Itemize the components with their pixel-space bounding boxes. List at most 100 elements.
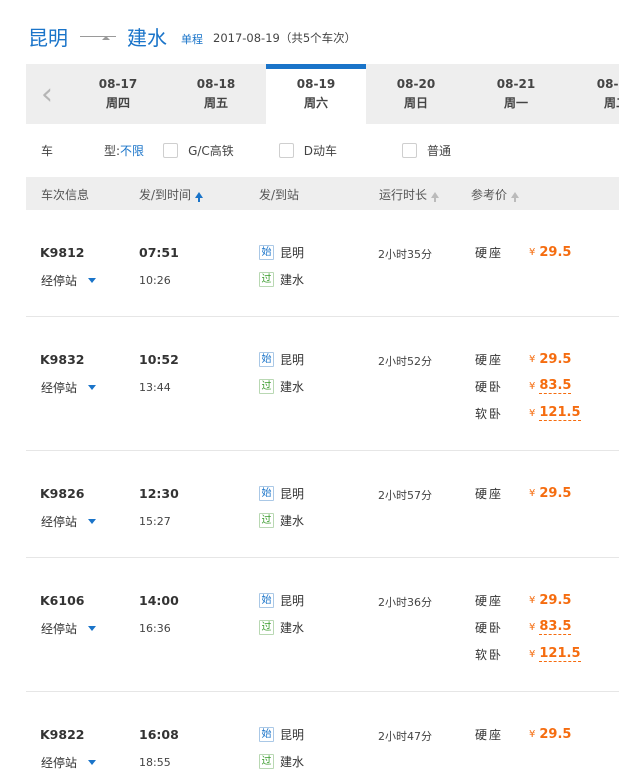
- trip-type-link[interactable]: 单程: [181, 31, 203, 47]
- filter-option-d[interactable]: D动车: [278, 142, 338, 159]
- price-value[interactable]: 83.5: [539, 379, 572, 394]
- price-value[interactable]: 121.5: [539, 406, 581, 421]
- table-row: K9826 经停站 12:30 15:27 始昆明过建水 2小时57分 硬座 ¥29.5: [26, 451, 619, 558]
- station-name: 昆明: [280, 487, 305, 501]
- seat-price: 硬座 ¥29.5: [475, 592, 571, 609]
- currency-symbol: ¥: [529, 488, 536, 499]
- departure-time: 07:51: [139, 245, 179, 260]
- date-tab[interactable]: 08-17 周四: [68, 64, 168, 124]
- d-label: D动车: [303, 143, 338, 158]
- currency-symbol: ¥: [529, 408, 536, 419]
- from-city: 昆明: [28, 25, 68, 50]
- station-name: 建水: [280, 514, 305, 528]
- pass-station-badge: 过: [259, 513, 274, 528]
- train-number-link[interactable]: K9812: [40, 245, 84, 260]
- departure-time: 12:30: [139, 486, 179, 501]
- start-station-badge: 始: [259, 486, 274, 501]
- arrival-station: 过建水: [259, 619, 304, 636]
- station-name: 建水: [280, 755, 305, 769]
- date-selector: ‹ 08-17 周四 08-18 周五 08-19 周六 08-20 周日 08…: [26, 64, 619, 124]
- stops-toggle[interactable]: 经停站: [41, 272, 97, 289]
- departure-time: 14:00: [139, 593, 179, 608]
- price-value[interactable]: 83.5: [539, 620, 572, 635]
- stops-label: 经停站: [41, 274, 78, 288]
- col-station: 发/到站: [259, 188, 300, 202]
- departure-time: 16:08: [139, 727, 179, 742]
- seat-price: 硬座 ¥29.5: [475, 351, 571, 368]
- price-value: 29.5: [539, 352, 572, 367]
- travel-duration: 2小时52分: [378, 355, 432, 368]
- normal-checkbox[interactable]: [402, 142, 418, 158]
- stops-toggle[interactable]: 经停站: [41, 379, 97, 396]
- date-tab[interactable]: 08-20 周日: [366, 64, 466, 124]
- arrival-station: 过建水: [259, 271, 304, 288]
- stops-label: 经停站: [41, 515, 78, 529]
- seat-class: 硬座: [475, 487, 504, 501]
- weekday-label: 周二: [603, 96, 619, 110]
- pass-station-badge: 过: [259, 379, 274, 394]
- gc-checkbox[interactable]: [163, 142, 179, 158]
- weekday-label: 周六: [303, 96, 328, 110]
- arrival-time: 18:55: [139, 756, 171, 769]
- sort-icon: [511, 192, 520, 202]
- sort-icon: [431, 192, 440, 202]
- seat-class: 硬座: [475, 728, 504, 742]
- train-number-link[interactable]: K9826: [40, 486, 84, 501]
- col-time-sort[interactable]: 发/到时间: [139, 186, 204, 203]
- route-header: 昆明 建水 单程 2017-08-19（共5个车次）: [28, 22, 356, 50]
- caret-down-icon: [88, 626, 97, 631]
- col-duration-sort[interactable]: 运行时长: [379, 186, 440, 203]
- train-number-link[interactable]: K6106: [40, 593, 84, 608]
- stops-toggle[interactable]: 经停站: [41, 754, 97, 771]
- seat-class: 硬座: [475, 353, 504, 367]
- table-row: K6106 经停站 14:00 16:36 始昆明过建水 2小时36分 硬座 ¥29.5 硬卧 ¥…: [26, 558, 619, 692]
- prev-dates-chevron-icon[interactable]: ‹: [26, 64, 68, 124]
- currency-symbol: ¥: [529, 622, 536, 633]
- seat-class: 硬卧: [475, 380, 504, 394]
- d-checkbox[interactable]: [278, 142, 294, 158]
- seat-class: 软卧: [475, 407, 504, 421]
- pass-station-badge: 过: [259, 754, 274, 769]
- col-price-label: 参考价: [471, 188, 508, 202]
- seat-class: 软卧: [475, 648, 504, 662]
- price-value[interactable]: 121.5: [539, 647, 581, 662]
- filter-option-normal[interactable]: 普通: [402, 142, 451, 159]
- filter-any-option[interactable]: 不限: [120, 142, 144, 159]
- sort-asc-icon: [195, 192, 204, 202]
- date-label: 08-22: [596, 77, 619, 91]
- date-label: 08-18: [196, 77, 236, 91]
- train-number-link[interactable]: K9822: [40, 727, 84, 742]
- currency-symbol: ¥: [529, 247, 536, 258]
- weekday-label: 周日: [403, 96, 428, 110]
- date-tab[interactable]: 08-22 周二: [566, 64, 619, 124]
- station-name: 建水: [280, 621, 305, 635]
- date-tab[interactable]: 08-18 周五: [166, 64, 266, 124]
- currency-symbol: ¥: [529, 354, 536, 365]
- train-number-link[interactable]: K9832: [40, 352, 84, 367]
- station-name: 建水: [280, 380, 305, 394]
- stops-label: 经停站: [41, 622, 78, 636]
- stops-toggle[interactable]: 经停站: [41, 513, 97, 530]
- date-tab[interactable]: 08-21 周一: [466, 64, 566, 124]
- seat-price: 硬卧 ¥83.5: [475, 378, 572, 395]
- price-value: 29.5: [539, 245, 572, 260]
- travel-duration: 2小时36分: [378, 596, 432, 609]
- route-arrow-icon: [80, 26, 116, 46]
- seat-price: 硬卧 ¥83.5: [475, 619, 572, 636]
- departure-time: 10:52: [139, 352, 179, 367]
- seat-price: 硬座 ¥29.5: [475, 485, 571, 502]
- to-city: 建水: [127, 25, 167, 50]
- station-name: 昆明: [280, 728, 305, 742]
- arrival-station: 过建水: [259, 753, 304, 770]
- trip-summary: 2017-08-19（共5个车次）: [213, 30, 357, 45]
- travel-duration: 2小时57分: [378, 489, 432, 502]
- pass-station-badge: 过: [259, 620, 274, 635]
- stops-toggle[interactable]: 经停站: [41, 620, 97, 637]
- col-price-sort[interactable]: 参考价: [471, 186, 520, 203]
- currency-symbol: ¥: [529, 649, 536, 660]
- date-tab-active[interactable]: 08-19 周六: [266, 64, 366, 124]
- col-duration-label: 运行时长: [379, 188, 428, 202]
- table-row: K9832 经停站 10:52 13:44 始昆明过建水 2小时52分 硬座 ¥29.5 硬卧 ¥…: [26, 317, 619, 451]
- filter-option-gc[interactable]: G/C高铁: [163, 142, 234, 159]
- start-station-badge: 始: [259, 352, 274, 367]
